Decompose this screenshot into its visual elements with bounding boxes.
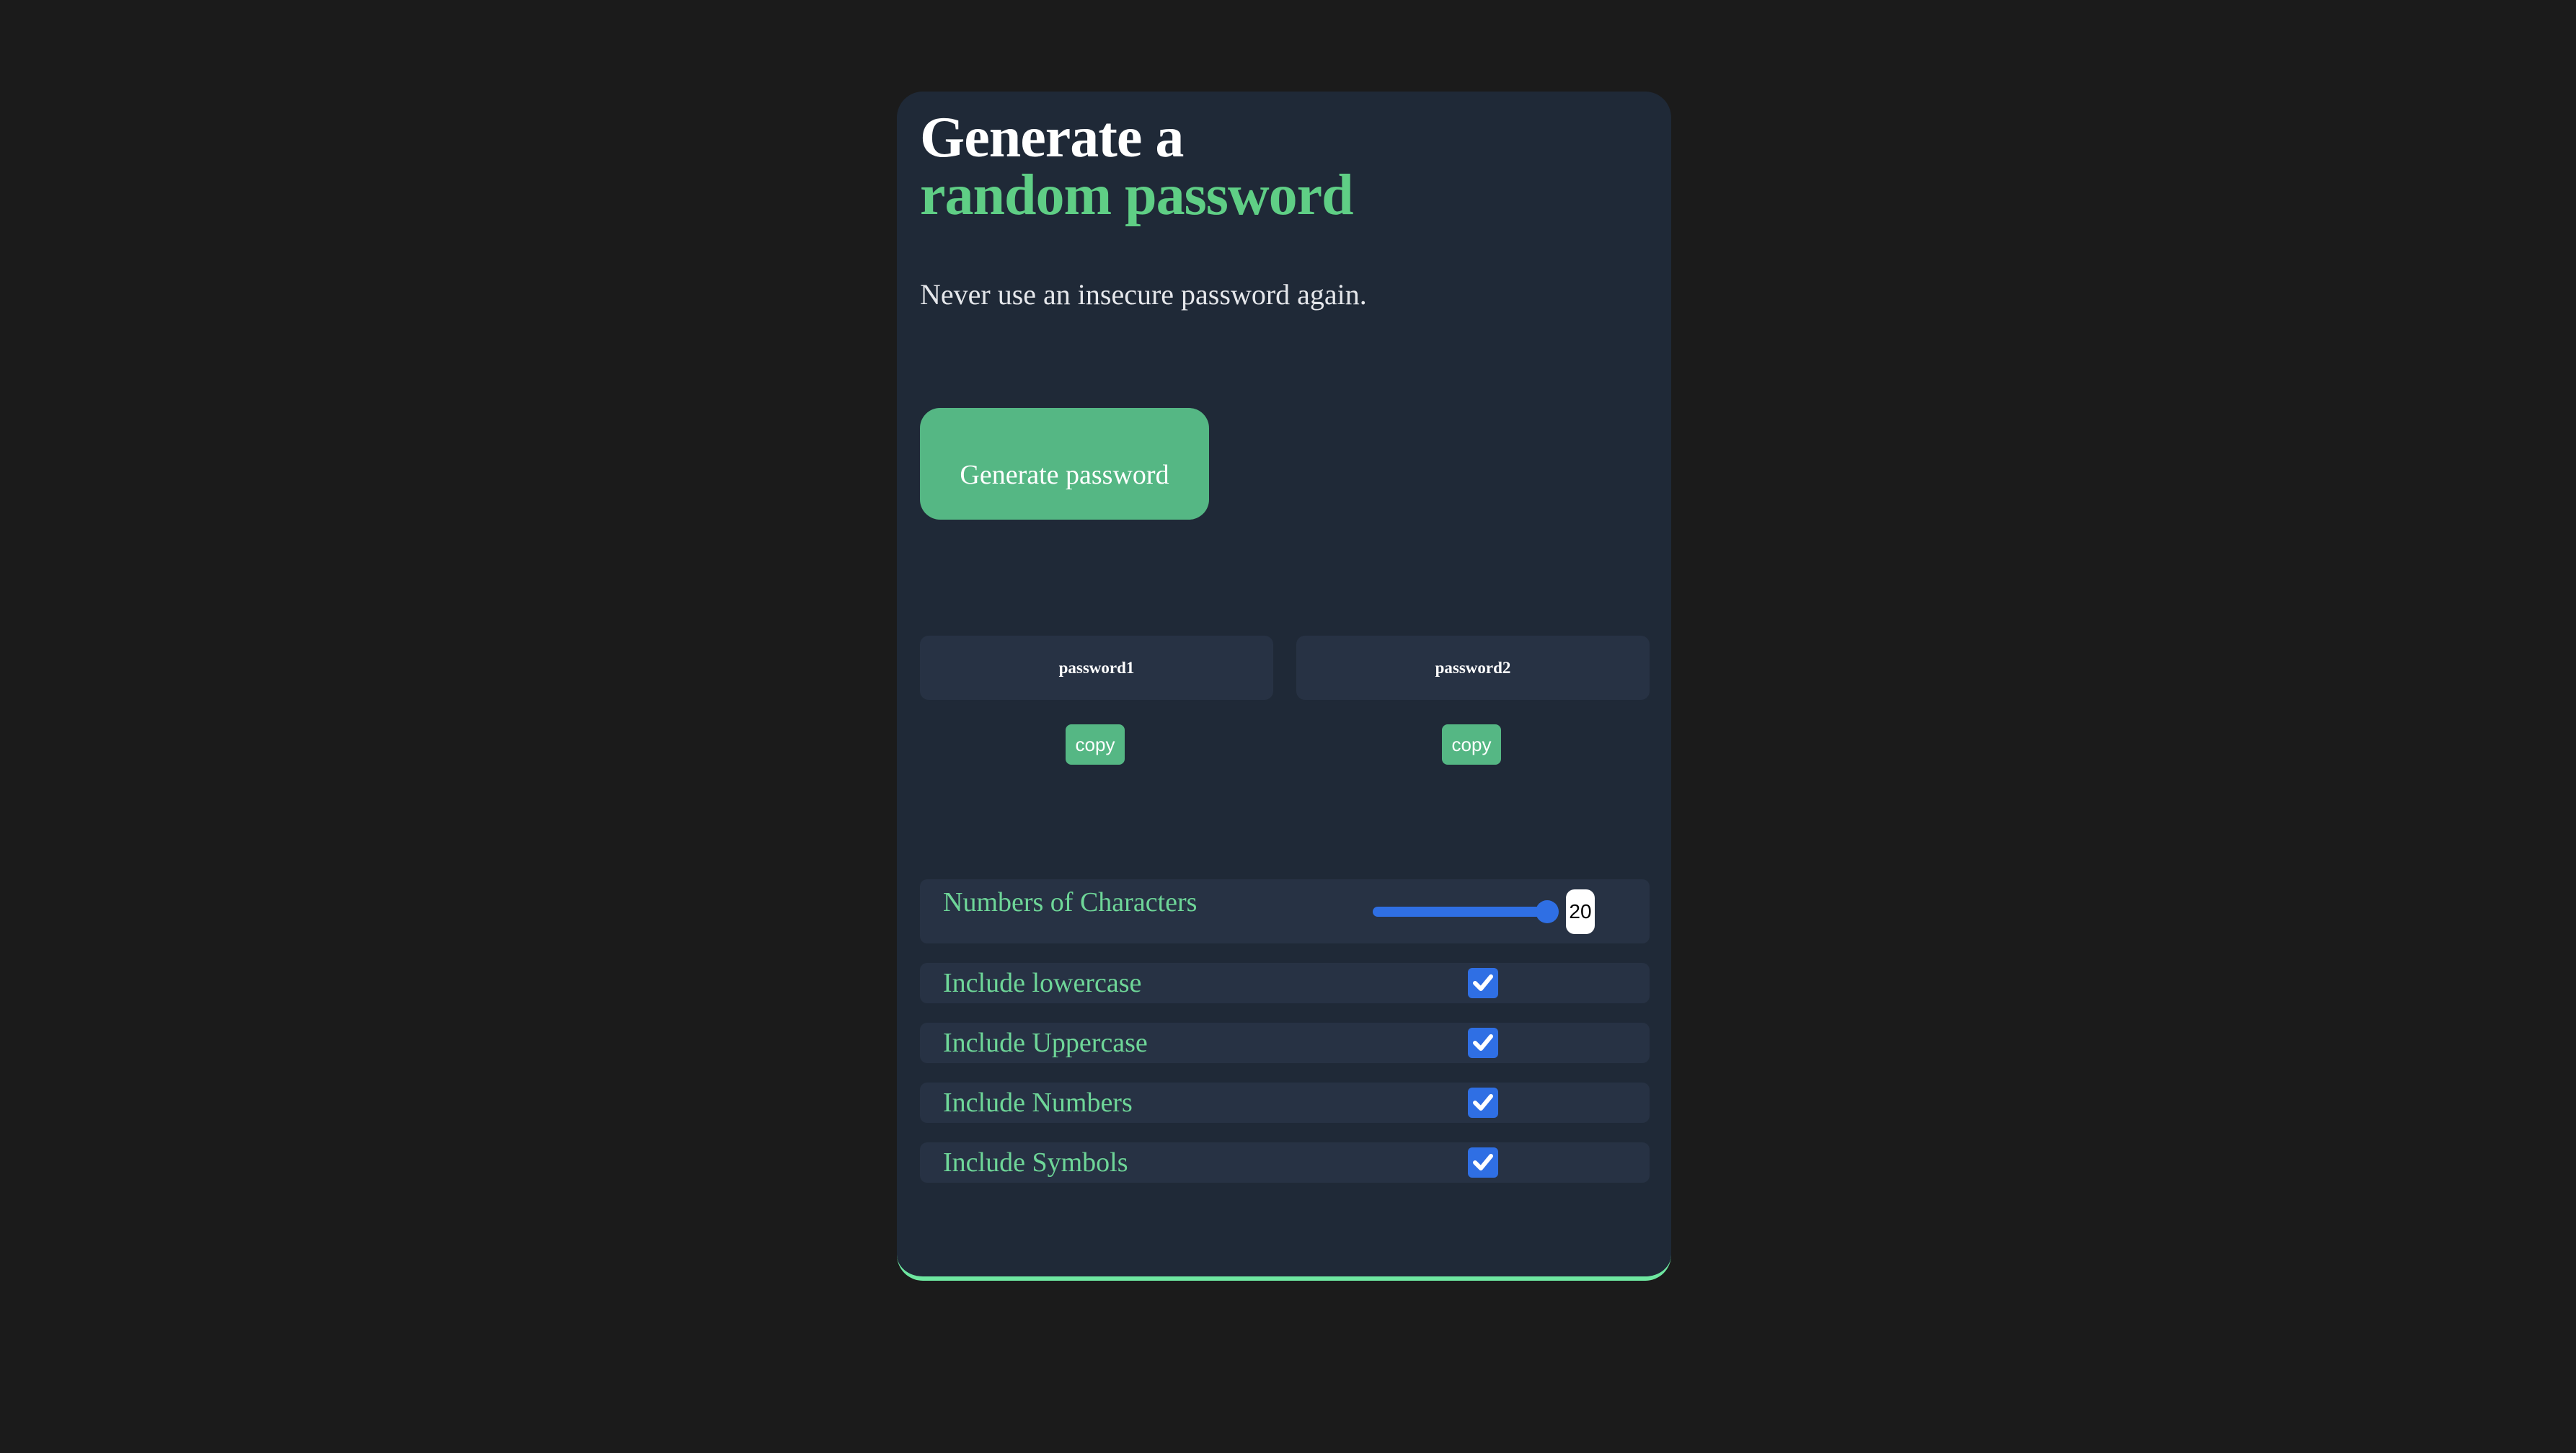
password-generator-card: Generate a random password Never use an … [897, 92, 1671, 1281]
title-line-1: Generate a [920, 106, 1184, 169]
option-row-uppercase: Include Uppercase [920, 1023, 1650, 1063]
option-row-numbers: Include Numbers [920, 1083, 1650, 1123]
password-output-2[interactable]: password2 [1296, 636, 1650, 700]
lowercase-checkbox[interactable] [1468, 968, 1498, 998]
checkmark-icon [1473, 1154, 1493, 1170]
length-slider-thumb[interactable] [1536, 900, 1559, 923]
option-row-symbols: Include Symbols [920, 1142, 1650, 1183]
checkmark-icon [1473, 1034, 1493, 1051]
length-slider[interactable] [1373, 907, 1550, 917]
copy-password-2-button[interactable]: copy [1442, 724, 1501, 765]
option-row-lowercase: Include lowercase [920, 963, 1650, 1003]
option-row-length: Numbers of Characters 20 [920, 879, 1650, 943]
checkmark-icon [1473, 974, 1493, 991]
checkmark-icon [1473, 1094, 1493, 1111]
uppercase-label: Include Uppercase [943, 1028, 1148, 1058]
page-title: Generate a random password [920, 106, 1354, 227]
symbols-checkbox[interactable] [1468, 1147, 1498, 1178]
copy-password-1-button[interactable]: copy [1066, 724, 1125, 765]
lowercase-label: Include lowercase [943, 968, 1142, 998]
numbers-label: Include Numbers [943, 1088, 1133, 1118]
uppercase-checkbox[interactable] [1468, 1028, 1498, 1058]
generate-password-button[interactable]: Generate password [920, 408, 1209, 520]
subtitle: Never use an insecure password again. [920, 278, 1367, 311]
title-line-2: random password [920, 164, 1354, 227]
numbers-checkbox[interactable] [1468, 1088, 1498, 1118]
length-label: Numbers of Characters [943, 887, 1198, 917]
password-output-1[interactable]: password1 [920, 636, 1273, 700]
symbols-label: Include Symbols [943, 1147, 1128, 1178]
length-input[interactable]: 20 [1566, 889, 1595, 934]
